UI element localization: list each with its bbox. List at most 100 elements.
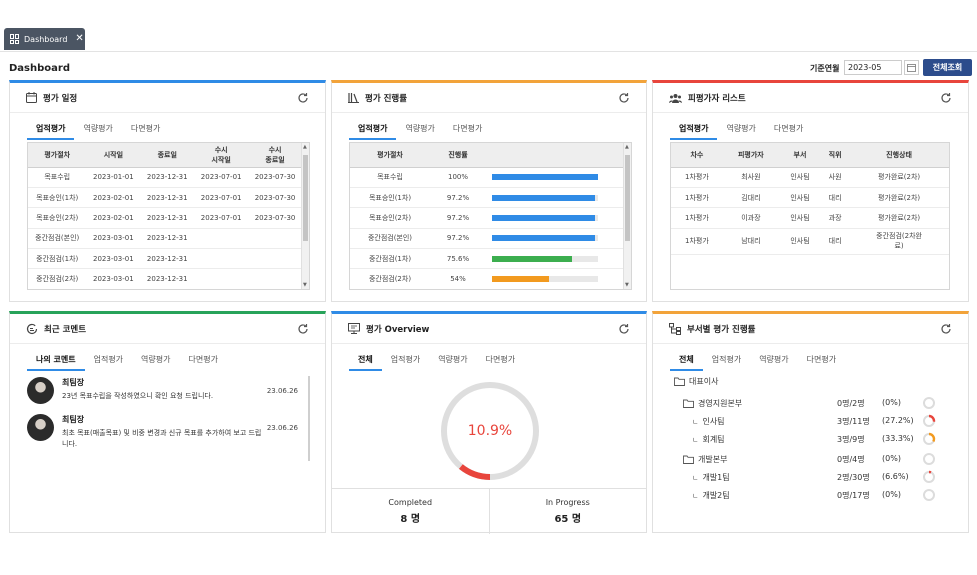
tab-multirater[interactable]: 다면평가	[444, 123, 491, 140]
dept-label: 인사팀	[702, 417, 725, 426]
dept-row[interactable]: 대표이사	[653, 375, 968, 389]
scrollbar[interactable]	[308, 376, 310, 461]
tab-competency[interactable]: 역량평가	[717, 123, 764, 140]
table-cell: 목표승인(2차)	[28, 207, 87, 229]
tab-performance[interactable]: 업적평가	[670, 123, 718, 140]
table-row[interactable]: 1차평가 최사원 인사팀 사원 평가완료(2차)	[671, 167, 949, 188]
table-row[interactable]: 목표수립 100%	[350, 167, 624, 188]
step-cell: 목표승인(2차)	[350, 207, 430, 229]
progress-tabs: 업적평가 역량평가 다면평가	[349, 123, 491, 140]
table-row[interactable]: 중간점검(1차) 75.6%	[350, 248, 624, 270]
dept-progress-ring	[923, 397, 935, 409]
table-cell: 중간점검(2차완 료)	[849, 228, 949, 255]
dept-row[interactable]: 개발본부 0명/4명 (0%)	[653, 453, 968, 467]
refresh-icon[interactable]	[297, 323, 309, 335]
table-cell: 인사팀	[778, 207, 822, 229]
comment-text: 23년 목표수립을 작성하였으니 확인 요청 드립니다.	[62, 392, 214, 400]
scrollbar[interactable]: ▲ ▼	[623, 143, 631, 289]
close-icon[interactable]: ✕	[75, 34, 83, 44]
comment-author: 최팀장	[62, 378, 85, 387]
table-row[interactable]: 1차평가 이과장 인사팀 과장 평가완료(2차)	[671, 207, 949, 229]
table-row[interactable]: 목표승인(1차) 97.2%	[350, 187, 624, 209]
table-cell: 인사팀	[778, 228, 822, 255]
ring-track	[923, 471, 935, 483]
dept-count: 0명/17명	[837, 491, 870, 500]
tab-competency[interactable]: 역량평가	[132, 354, 179, 371]
tab-competency[interactable]: 역량평가	[429, 354, 476, 371]
table-row[interactable]: 목표승인(1차) 2023-02-01 2023-12-31 2023-07-01 20…	[28, 187, 302, 209]
table-cell: 2023-03-01	[86, 228, 141, 250]
tab-all[interactable]: 전체	[670, 354, 703, 371]
refresh-icon[interactable]	[618, 92, 630, 104]
progress-bar	[492, 235, 598, 242]
tab-performance[interactable]: 업적평가	[85, 354, 132, 371]
dept-count: 2명/30명	[837, 473, 870, 482]
table-row[interactable]: 목표수립 2023-01-01 2023-12-31 2023-07-01 2023-0…	[28, 167, 302, 188]
dept-row[interactable]: ㄴ 인사팀 3명/11명 (27.2%)	[653, 414, 968, 429]
table-row[interactable]: 1차평가 김대리 인사팀 대리 평가완료(2차)	[671, 187, 949, 209]
tree-branch-icon: ㄴ	[692, 417, 699, 426]
table-row[interactable]: 목표승인(2차) 2023-02-01 2023-12-31 2023-07-01 20…	[28, 207, 302, 229]
table-row[interactable]: 목표승인(2차) 97.2%	[350, 207, 624, 229]
dept-progress-card: 부서별 평가 진행률 전체 업적평가 역량평가 다면평가 대표이사 경영지원본부 0…	[652, 311, 969, 533]
refresh-icon[interactable]	[940, 92, 952, 104]
table-cell: 인사팀	[778, 167, 822, 188]
dept-row[interactable]: 경영지원본부 0명/2명 (0%)	[653, 397, 968, 411]
refresh-icon[interactable]	[618, 323, 630, 335]
tab-multirater[interactable]: 다면평가	[180, 354, 227, 371]
tab-multirater[interactable]: 다면평가	[798, 354, 845, 371]
tab-performance[interactable]: 업적평가	[703, 354, 750, 371]
dept-row[interactable]: ㄴ 개발1팀 2명/30명 (6.6%)	[653, 470, 968, 485]
comment-refresh-icon	[26, 323, 38, 334]
tab-dashboard[interactable]: Dashboard ✕	[4, 28, 85, 50]
dept-percent: (6.6%)	[882, 472, 909, 481]
tab-competency[interactable]: 역량평가	[74, 123, 121, 140]
dept-row[interactable]: ㄴ 개발2팀 0명/17명 (0%)	[653, 489, 968, 503]
progress-bar	[492, 194, 598, 201]
table-row[interactable]: 1차평가 남대리 인사팀 대리 중간점검(2차완 료)	[671, 228, 949, 255]
column-header: 평가절차	[350, 143, 430, 168]
tab-performance[interactable]: 업적평가	[349, 123, 397, 140]
overview-card-header: 평가 Overview	[332, 314, 646, 344]
bar-cell	[486, 248, 624, 270]
tab-performance[interactable]: 업적평가	[27, 123, 75, 140]
tab-bar: Dashboard ✕	[0, 26, 977, 52]
table-cell: 목표승인(1차)	[28, 187, 87, 209]
tab-competency[interactable]: 역량평가	[396, 123, 443, 140]
table-row[interactable]: 중간점검(본인) 97.2%	[350, 228, 624, 250]
dept-row[interactable]: ㄴ 회계팀 3명/9명 (33.3%)	[653, 432, 968, 447]
search-all-button[interactable]: 전체조회	[923, 59, 972, 76]
month-input[interactable]	[844, 60, 902, 75]
tab-my-comments[interactable]: 나의 코멘트	[27, 354, 85, 371]
tab-multirater[interactable]: 다면평가	[477, 354, 524, 371]
table-cell: 평가완료(2차)	[849, 187, 949, 209]
table-row[interactable]: 중간점검(2차) 2023-03-01 2023-12-31	[28, 268, 302, 289]
avatar	[27, 377, 54, 404]
calendar-button[interactable]	[904, 60, 919, 75]
folder-icon	[683, 455, 694, 464]
dept-count: 3명/11명	[837, 417, 870, 426]
dept-label: 경영지원본부	[698, 399, 743, 408]
schedule-card: 평가 일정 업적평가 역량평가 다면평가 평가절차 시작일 종료일 수시 시작일 수시 …	[9, 80, 326, 302]
evaluatee-title: 피평가자 리스트	[688, 93, 746, 104]
tab-competency[interactable]: 역량평가	[750, 354, 797, 371]
schedule-title: 평가 일정	[43, 93, 78, 104]
dept-count: 0명/2명	[837, 399, 865, 408]
tab-multirater[interactable]: 다면평가	[122, 123, 169, 140]
table-row[interactable]: 중간점검(2차) 54%	[350, 268, 624, 289]
dept-name: ㄴ 개발1팀	[692, 472, 730, 483]
scrollbar[interactable]: ▲ ▼	[301, 143, 309, 289]
column-header: 차수	[671, 143, 723, 168]
ring-track	[923, 397, 935, 409]
tab-performance[interactable]: 업적평가	[382, 354, 429, 371]
column-header: 직위	[821, 143, 850, 168]
dept-progress-ring	[922, 470, 936, 484]
refresh-icon[interactable]	[940, 323, 952, 335]
progress-card: 평가 진행률 업적평가 역량평가 다면평가 평가절차 진행률 목표수립 100% 목표…	[331, 80, 647, 302]
avatar	[27, 414, 54, 441]
tab-multirater[interactable]: 다면평가	[765, 123, 812, 140]
table-row[interactable]: 중간점검(1차) 2023-03-01 2023-12-31	[28, 248, 302, 270]
refresh-icon[interactable]	[297, 92, 309, 104]
table-row[interactable]: 중간점검(본인) 2023-03-01 2023-12-31	[28, 228, 302, 250]
tab-all[interactable]: 전체	[349, 354, 382, 371]
